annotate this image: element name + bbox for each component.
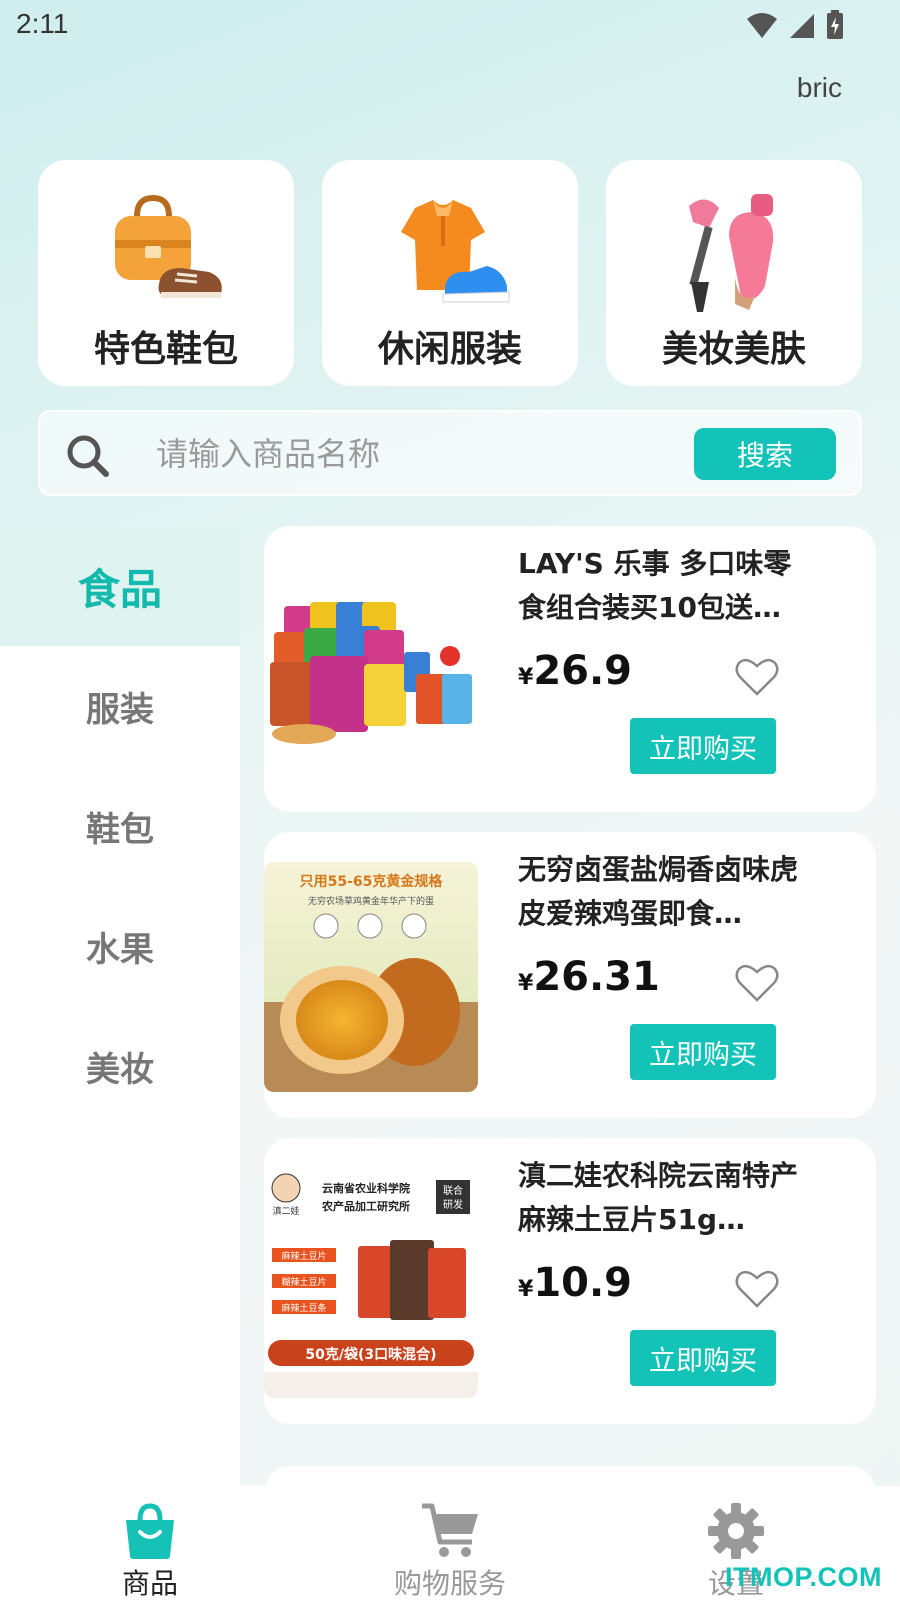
price-amount: 10.9: [533, 1260, 633, 1306]
product-title[interactable]: 无穷卤蛋盐焗香卤味虎皮爱辣鸡蛋即食…: [518, 848, 798, 936]
currency-symbol: ¥: [518, 971, 534, 996]
potato-image-brand: 滇二娃: [272, 1205, 299, 1217]
egg-image-headline: 只用55-65克黄金规格: [300, 873, 444, 890]
potato-image-tag2: 研发: [443, 1198, 463, 1211]
watermark: ITMOP.COM: [724, 1562, 882, 1592]
currency-symbol: ¥: [518, 665, 534, 690]
search-input[interactable]: [156, 430, 696, 478]
gear-icon: [708, 1503, 764, 1559]
price-amount: 26.31: [533, 954, 660, 1000]
category-label: 特色鞋包: [93, 329, 238, 370]
shirt-sneaker-icon: [401, 200, 510, 303]
cosmetics-icon: [689, 194, 774, 312]
sidebar-item-bags-shoes[interactable]: 鞋包: [0, 766, 240, 886]
search-bar: 搜索: [38, 410, 862, 496]
category-label: 美妆美肤: [661, 329, 806, 370]
nav-item-shopping-service[interactable]: 购物服务: [350, 1486, 550, 1600]
product-card[interactable]: 只用55-65克黄金规格 无穷农场草鸡黄金年华产下的蛋 无穷卤蛋盐焗香卤味虎皮爱…: [264, 832, 876, 1118]
chips-bags-image[interactable]: [264, 556, 478, 786]
buy-now-button[interactable]: 立即购买: [630, 1330, 776, 1386]
status-time: 2:11: [16, 8, 69, 39]
buy-now-button[interactable]: 立即购买: [630, 1024, 776, 1080]
search-button[interactable]: 搜索: [694, 428, 836, 480]
potato-image-flavor3: 麻辣土豆条: [281, 1302, 326, 1314]
product-price: ¥26.31: [518, 954, 660, 1000]
potato-chips-image[interactable]: 滇二娃 云南省农业科学院 农产品加工研究所 联合 研发 麻辣土豆片 糊辣土豆片 …: [264, 1168, 478, 1398]
heart-icon[interactable]: [734, 656, 780, 698]
potato-image-line1: 云南省农业科学院: [322, 1181, 410, 1195]
username[interactable]: bric: [797, 72, 842, 104]
cellular-signal-icon: [790, 14, 814, 38]
product-card[interactable]: 滇二娃 云南省农业科学院 农产品加工研究所 联合 研发 麻辣土豆片 糊辣土豆片 …: [264, 1138, 876, 1424]
product-price: ¥26.9: [518, 648, 632, 694]
potato-image-flavor2: 糊辣土豆片: [281, 1276, 326, 1288]
egg-image-subtitle: 无穷农场草鸡黄金年华产下的蛋: [308, 895, 434, 907]
battery-icon: [827, 10, 843, 39]
nav-label: 购物服务: [393, 1567, 506, 1600]
category-cards: 特色鞋包 休闲服装 美妆美肤: [38, 160, 862, 386]
product-price: ¥10.9: [518, 1260, 632, 1306]
braised-egg-image[interactable]: 只用55-65克黄金规格 无穷农场草鸡黄金年华产下的蛋: [264, 862, 478, 1092]
buy-now-button[interactable]: 立即购买: [630, 718, 776, 774]
nav-item-products[interactable]: 商品: [50, 1486, 250, 1600]
potato-image-banner: 50克/袋(3口味混合): [305, 1346, 436, 1363]
heart-icon[interactable]: [734, 1268, 780, 1310]
potato-image-flavor1: 麻辣土豆片: [281, 1250, 326, 1262]
shopping-bag-icon: [126, 1503, 174, 1559]
cart-icon: [422, 1503, 478, 1557]
price-amount: 26.9: [533, 648, 633, 694]
product-title[interactable]: 滇二娃农科院云南特产麻辣土豆片51g…: [518, 1154, 798, 1242]
category-card-cosmetics[interactable]: 美妆美肤: [606, 160, 862, 386]
category-sidebar: 食品 服装 鞋包 水果 美妆: [0, 526, 240, 1486]
currency-symbol: ¥: [518, 1277, 534, 1302]
heart-icon[interactable]: [734, 962, 780, 1004]
category-label: 休闲服装: [377, 329, 522, 370]
bag-shoes-icon: [115, 194, 222, 298]
wifi-icon: [747, 13, 777, 38]
nav-label: 商品: [121, 1567, 178, 1600]
potato-image-line2: 农产品加工研究所: [321, 1199, 410, 1213]
category-card-bags-shoes[interactable]: 特色鞋包: [38, 160, 294, 386]
potato-image-tag1: 联合: [443, 1184, 463, 1197]
product-title[interactable]: LAY'S 乐事 多口味零食组合装买10包送3…: [518, 542, 798, 630]
sidebar-item-clothing[interactable]: 服装: [0, 646, 240, 766]
category-card-casual-wear[interactable]: 休闲服装: [322, 160, 578, 386]
status-bar: 2:11: [0, 0, 900, 50]
sidebar-item-food[interactable]: 食品: [0, 526, 240, 646]
product-card[interactable]: LAY'S 乐事 多口味零食组合装买10包送3… ¥26.9 立即购买: [264, 526, 876, 812]
sidebar-item-cosmetics[interactable]: 美妆: [0, 1006, 240, 1126]
sidebar-item-fruit[interactable]: 水果: [0, 886, 240, 1006]
search-icon: [67, 435, 109, 477]
status-icons: [746, 10, 844, 40]
